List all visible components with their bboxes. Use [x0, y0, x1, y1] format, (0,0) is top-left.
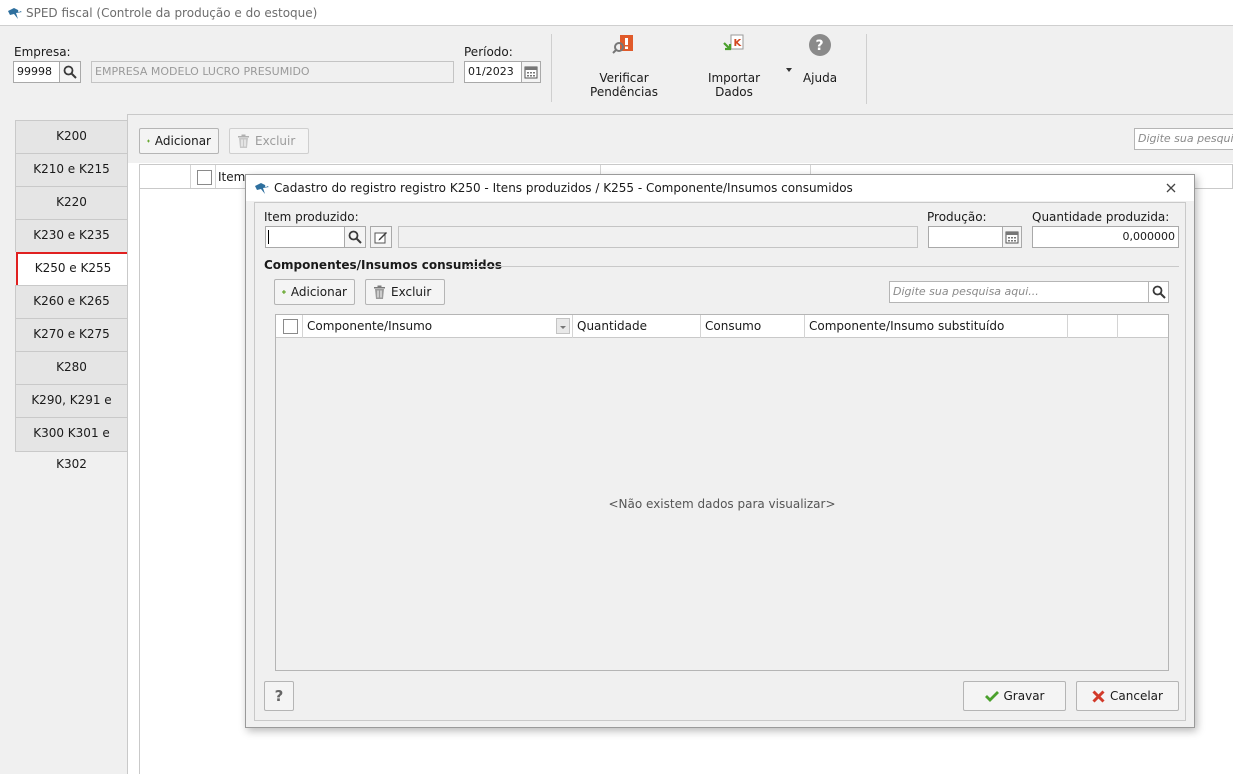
save-label: Gravar	[1003, 689, 1045, 703]
bird-logo-icon	[254, 181, 270, 198]
plus-icon	[147, 139, 150, 143]
tab-k260-k265[interactable]: K260 e K265	[15, 285, 128, 318]
grid-empty-message: <Não existem dados para visualizar>	[608, 497, 836, 511]
checkmark-icon	[984, 691, 999, 702]
toolbar-separator	[551, 34, 552, 102]
main-search-input[interactable]: Digite sua pesquisa a	[1134, 128, 1233, 150]
col-extra-1[interactable]	[1068, 315, 1118, 338]
item-edit-button[interactable]	[370, 226, 392, 248]
periodo-label: Período:	[464, 45, 513, 59]
dialog-delete-button[interactable]: Excluir	[365, 279, 445, 305]
calendar-icon	[1005, 231, 1019, 244]
tab-k290-k291-k292[interactable]: K290, K291 e K292	[15, 384, 128, 438]
main-grid-select-all-checkbox[interactable]	[197, 170, 212, 185]
dialog-search-input[interactable]: Digite sua pesquisa aqui...	[889, 281, 1149, 303]
quantidade-produzida-label: Quantidade produzida:	[1032, 210, 1170, 224]
item-search-button[interactable]	[344, 226, 366, 248]
verificar-pendencias-button[interactable]: Verificar Pendências	[566, 33, 682, 99]
tab-k220[interactable]: K220	[15, 186, 128, 219]
svg-text:K: K	[734, 38, 743, 49]
empresa-search-button[interactable]	[59, 61, 81, 83]
col-quantidade[interactable]: Quantidade	[573, 315, 701, 338]
item-description-field	[398, 226, 918, 248]
dialog-delete-label: Excluir	[391, 285, 432, 299]
dialog-add-button[interactable]: Adicionar	[274, 279, 355, 305]
tab-k230-k235[interactable]: K230 e K235	[15, 219, 128, 252]
col-componente-insumo[interactable]: Componente/Insumo	[303, 315, 573, 338]
ajuda-button[interactable]: ? Ajuda	[798, 33, 842, 93]
cancel-button[interactable]: Cancelar	[1076, 681, 1179, 711]
col-consumo[interactable]: Consumo	[701, 315, 805, 338]
text-cursor	[268, 230, 269, 244]
item-produzido-input[interactable]	[265, 226, 345, 248]
col-componente-substituido[interactable]: Componente/Insumo substituído	[805, 315, 1068, 338]
dialog-titlebar: Cadastro do registro registro K250 - Ite…	[246, 175, 1194, 201]
tab-k300-k301-k302[interactable]: K300 K301 e K302	[15, 417, 128, 471]
main-delete-button[interactable]: Excluir	[229, 128, 309, 154]
help-icon: ?	[809, 34, 831, 56]
producao-label: Produção:	[927, 210, 987, 224]
main-add-button[interactable]: Adicionar	[139, 128, 219, 154]
componentes-grid-header: Componente/Insumo Quantidade Consumo Com…	[276, 315, 1168, 338]
main-delete-label: Excluir	[255, 134, 296, 148]
search-icon	[1152, 285, 1166, 299]
grid-select-all-checkbox[interactable]	[283, 319, 298, 334]
col-componente-insumo-label: Componente/Insumo	[307, 319, 433, 333]
importar-dropdown-arrow-icon[interactable]	[786, 61, 792, 72]
close-icon[interactable]	[1166, 182, 1176, 196]
cancel-x-icon	[1092, 689, 1105, 703]
trash-icon	[238, 134, 249, 148]
import-k-icon: K	[723, 34, 744, 51]
ajuda-label: Ajuda	[802, 71, 838, 85]
dialog-add-label: Adicionar	[290, 285, 347, 299]
plus-icon	[282, 290, 286, 294]
pending-doc-icon	[612, 35, 633, 54]
svg-text:?: ?	[816, 38, 824, 54]
bird-logo-icon	[7, 6, 23, 23]
quantidade-produzida-input[interactable]: 0,000000	[1032, 226, 1179, 248]
col-extra-2[interactable]	[1118, 315, 1168, 338]
importar-dados-button[interactable]: K Importar Dados	[688, 33, 780, 99]
dialog-body: Item produzido: Produção: Quantidade pro…	[254, 202, 1186, 721]
empresa-name-field: EMPRESA MODELO LUCRO PRESUMIDO	[91, 61, 454, 83]
save-button[interactable]: Gravar	[963, 681, 1066, 711]
edit-icon	[374, 232, 387, 244]
tab-k250-k255[interactable]: K250 e K255	[16, 252, 130, 289]
importar-dados-label: Importar Dados	[707, 71, 761, 99]
dialog-help-button[interactable]: ?	[264, 681, 294, 711]
section-title: Componentes/Insumos consumidos	[264, 258, 502, 272]
section-divider	[467, 266, 1179, 267]
tab-k200[interactable]: K200	[15, 120, 128, 153]
cancel-label: Cancelar	[1110, 689, 1163, 703]
producao-input[interactable]	[928, 226, 1003, 248]
producao-calendar-button[interactable]	[1002, 226, 1022, 248]
window-titlebar: SPED fiscal (Controle da produção e do e…	[0, 0, 1233, 26]
tab-k210-k215[interactable]: K210 e K215	[15, 153, 128, 186]
trash-icon	[374, 285, 385, 299]
search-icon	[348, 230, 362, 244]
item-produzido-label: Item produzido:	[264, 210, 359, 224]
periodo-input[interactable]: 01/2023	[464, 61, 522, 83]
periodo-calendar-button[interactable]	[521, 61, 541, 83]
verificar-pendencias-label: Verificar Pendências	[590, 71, 658, 99]
dialog-title: Cadastro do registro registro K250 - Ite…	[274, 181, 853, 195]
tab-k270-k275[interactable]: K270 e K275	[15, 318, 128, 351]
empresa-code-input[interactable]: 99998	[13, 61, 60, 83]
tab-k280[interactable]: K280	[15, 351, 128, 384]
search-icon	[63, 65, 77, 79]
calendar-icon	[524, 66, 538, 79]
column-filter-dropdown-icon[interactable]	[556, 318, 570, 334]
main-grid-border	[139, 189, 140, 774]
register-tabs: K200 K210 e K215 K220 K230 e K235 K250 e…	[15, 120, 130, 471]
componentes-grid: Componente/Insumo Quantidade Consumo Com…	[275, 314, 1169, 671]
dialog-search-button[interactable]	[1148, 281, 1169, 303]
main-grid-col-item[interactable]: Item	[218, 170, 245, 184]
empresa-label: Empresa:	[14, 45, 71, 59]
question-mark-icon: ?	[274, 687, 284, 705]
toolbar-separator-2	[866, 34, 867, 104]
k250-dialog: Cadastro do registro registro K250 - Ite…	[245, 174, 1195, 728]
main-add-label: Adicionar	[154, 134, 211, 148]
window-title: SPED fiscal (Controle da produção e do e…	[26, 6, 318, 20]
